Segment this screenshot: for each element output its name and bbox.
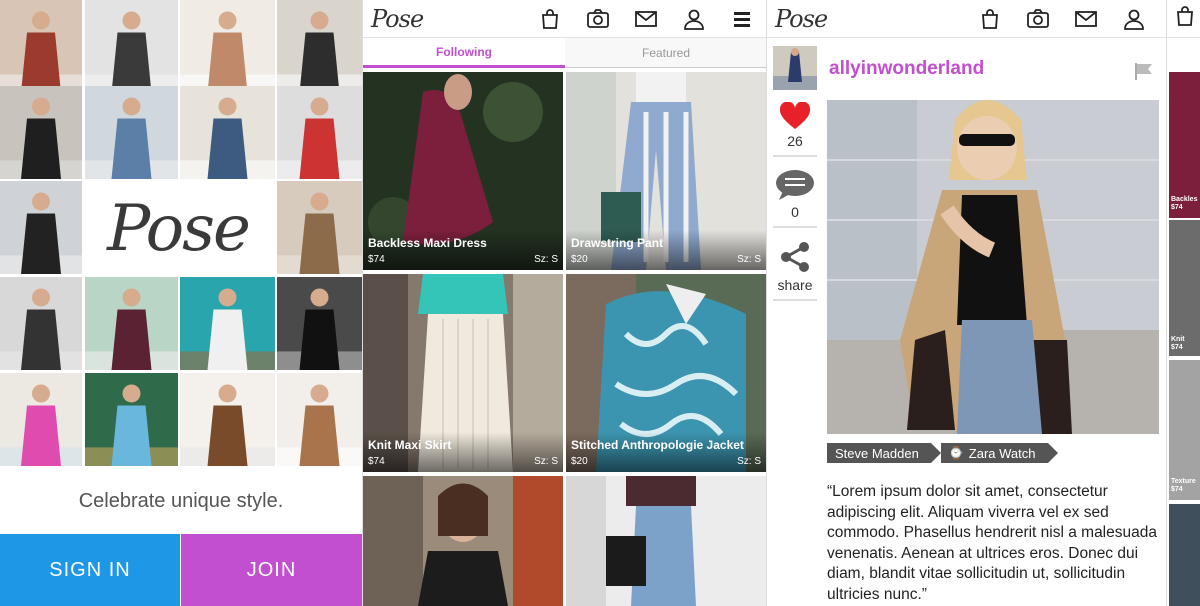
item-title: Backless Maxi Dress bbox=[368, 236, 487, 250]
mosaic-photo bbox=[0, 0, 82, 93]
mosaic-photo bbox=[0, 373, 82, 466]
item-title: Backles bbox=[1171, 196, 1198, 203]
feed-card-photo bbox=[566, 476, 766, 606]
shopping-bag-icon[interactable] bbox=[1173, 4, 1197, 33]
camera-icon[interactable] bbox=[574, 0, 622, 38]
mosaic-photo bbox=[0, 181, 82, 274]
mosaic-photo bbox=[85, 277, 178, 370]
like-count: 26 bbox=[787, 133, 803, 149]
item-title: Stitched Anthropologie Jacket bbox=[571, 438, 744, 452]
mail-icon[interactable] bbox=[1062, 0, 1110, 38]
feed-card[interactable] bbox=[363, 476, 563, 606]
mosaic-photo bbox=[85, 373, 178, 466]
header-logo[interactable]: Pose bbox=[371, 5, 424, 33]
mosaic-photo bbox=[85, 86, 178, 179]
share-stat[interactable]: share bbox=[773, 228, 817, 301]
item-tags: Steve Madden ⌚ Zara Watch bbox=[827, 443, 1058, 463]
mosaic-photo bbox=[180, 277, 275, 370]
feed-card[interactable] bbox=[566, 476, 766, 606]
tab-following[interactable]: Following bbox=[363, 38, 565, 68]
splash-screen: Pose Celebrate unique style. SIGN IN JOI… bbox=[0, 0, 362, 606]
menu-icon[interactable] bbox=[718, 0, 766, 38]
camera-icon[interactable] bbox=[1014, 0, 1062, 38]
mosaic-photo bbox=[277, 86, 362, 179]
sign-in-button[interactable]: SIGN IN bbox=[0, 534, 180, 606]
comment-icon[interactable] bbox=[775, 169, 815, 201]
tag-label: Steve Madden bbox=[835, 445, 919, 461]
feed-card[interactable]: Backles $74 bbox=[1169, 72, 1200, 218]
mosaic-photo bbox=[277, 0, 362, 93]
feed-card[interactable]: Backless Maxi Dress $74 Sz: S bbox=[363, 72, 563, 270]
feed-card[interactable]: Texture $74 bbox=[1169, 360, 1200, 500]
join-button[interactable]: JOIN bbox=[181, 534, 362, 606]
comment-stat[interactable]: 0 bbox=[773, 157, 817, 228]
mosaic-photo bbox=[180, 373, 275, 466]
item-price: $74 bbox=[368, 254, 385, 265]
profile-icon[interactable] bbox=[1110, 0, 1158, 38]
item-size: Sz: S bbox=[737, 254, 761, 265]
item-title: Knit Maxi Skirt bbox=[368, 438, 452, 452]
feed-screen: Pose Following Featured Backless Maxi Dr… bbox=[362, 0, 766, 606]
app-header bbox=[1167, 0, 1200, 38]
share-label: share bbox=[777, 277, 813, 293]
feed-tabs: Following Featured bbox=[363, 38, 766, 68]
watch-icon: ⌚ bbox=[948, 446, 964, 460]
profile-icon[interactable] bbox=[670, 0, 718, 38]
app-header: Pose bbox=[767, 0, 1166, 38]
item-price: $74 bbox=[368, 456, 385, 467]
mosaic-photo bbox=[180, 0, 275, 93]
partial-feed-screen: Backles $74 Knit $74 Texture $74 bbox=[1166, 0, 1200, 606]
username-link[interactable]: allyinwonderland bbox=[829, 58, 984, 80]
mail-icon[interactable] bbox=[622, 0, 670, 38]
item-detail-screen: Pose 26 0 share allyinwonderland Steve M… bbox=[766, 0, 1166, 606]
mosaic-photo bbox=[277, 277, 362, 370]
item-title: Drawstring Pant bbox=[571, 236, 664, 250]
action-rail: 26 0 share bbox=[773, 46, 817, 301]
mosaic-photo bbox=[277, 181, 362, 274]
item-size: Sz: S bbox=[737, 456, 761, 467]
mosaic-photo bbox=[0, 86, 82, 179]
mosaic-photo bbox=[0, 277, 82, 370]
item-title: Knit bbox=[1171, 336, 1185, 343]
comment-count: 0 bbox=[791, 204, 799, 220]
feed-card[interactable]: Knit $74 bbox=[1169, 220, 1200, 356]
feed-card[interactable]: Drawstring Pant $20 Sz: S bbox=[566, 72, 766, 270]
header-logo[interactable]: Pose bbox=[775, 5, 828, 33]
user-avatar[interactable] bbox=[773, 46, 817, 90]
item-size: Sz: S bbox=[534, 456, 558, 467]
heart-icon[interactable] bbox=[779, 101, 811, 130]
mosaic-photo bbox=[277, 373, 362, 466]
tagline: Celebrate unique style. bbox=[78, 489, 284, 512]
item-price: $74 bbox=[1171, 344, 1183, 351]
like-stat[interactable]: 26 bbox=[773, 90, 817, 157]
tag-chip[interactable]: ⌚ Zara Watch bbox=[940, 443, 1058, 463]
item-price: $74 bbox=[1171, 204, 1183, 211]
post-description: “Lorem ipsum dolor sit amet, consectetur… bbox=[827, 483, 1157, 603]
app-header: Pose bbox=[363, 0, 766, 38]
tag-label: Zara Watch bbox=[968, 445, 1036, 461]
shopping-bag-icon[interactable] bbox=[966, 0, 1014, 38]
shopping-bag-icon[interactable] bbox=[526, 0, 574, 38]
post-photo[interactable] bbox=[827, 100, 1159, 434]
tag-chip[interactable]: Steve Madden bbox=[827, 443, 941, 463]
item-price: $20 bbox=[571, 456, 588, 467]
tab-featured[interactable]: Featured bbox=[565, 38, 766, 68]
splash-logo: Pose bbox=[107, 192, 251, 266]
feed-card[interactable] bbox=[1169, 504, 1200, 606]
item-size: Sz: S bbox=[534, 254, 558, 265]
feed-card[interactable]: Knit Maxi Skirt $74 Sz: S bbox=[363, 274, 563, 472]
feed-card[interactable]: Stitched Anthropologie Jacket $20 Sz: S bbox=[566, 274, 766, 472]
item-title: Texture bbox=[1171, 478, 1196, 485]
item-price: $74 bbox=[1171, 486, 1183, 493]
app-screenshot-collage: Pose Celebrate unique style. SIGN IN JOI… bbox=[0, 0, 1200, 606]
share-icon[interactable] bbox=[778, 240, 812, 274]
mosaic-photo bbox=[85, 0, 178, 93]
feed-card-photo bbox=[363, 476, 563, 606]
splash-logo-tile: Pose bbox=[82, 181, 274, 277]
mosaic-photo bbox=[180, 86, 275, 179]
flag-icon[interactable] bbox=[1134, 62, 1154, 80]
item-price: $20 bbox=[571, 254, 588, 265]
